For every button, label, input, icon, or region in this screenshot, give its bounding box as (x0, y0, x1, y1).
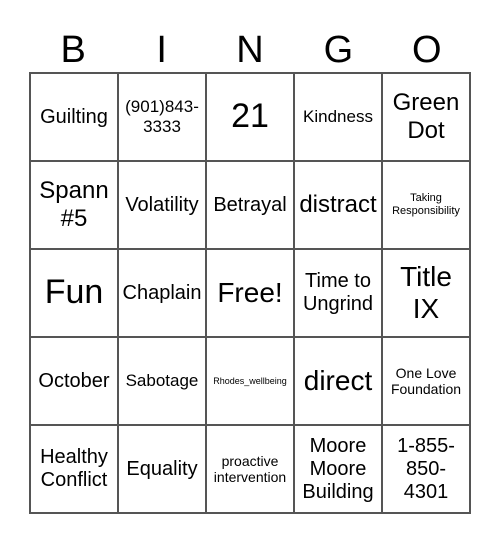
bingo-cell[interactable]: 21 (206, 73, 294, 161)
bingo-cell[interactable]: Time to Ungrind (294, 249, 382, 337)
bingo-cell[interactable]: (901)843-3333 (118, 73, 206, 161)
bingo-cell[interactable]: Taking Responsibility (382, 161, 470, 249)
bingo-cell[interactable]: Kindness (294, 73, 382, 161)
bingo-cell[interactable]: Guilting (30, 73, 118, 161)
bingo-cell[interactable]: proactive intervention (206, 425, 294, 513)
bingo-cell[interactable]: October (30, 337, 118, 425)
bingo-cell[interactable]: Fun (30, 249, 118, 337)
bingo-cell[interactable]: Title IX (382, 249, 470, 337)
bingo-cell[interactable]: Healthy Conflict (30, 425, 118, 513)
bingo-cell[interactable]: distract (294, 161, 382, 249)
bingo-cell[interactable]: Rhodes_wellbeing (206, 337, 294, 425)
bingo-cell[interactable]: Chaplain (118, 249, 206, 337)
bingo-cell[interactable]: Betrayal (206, 161, 294, 249)
header-letter-g: G (323, 29, 354, 71)
bingo-cell[interactable]: Equality (118, 425, 206, 513)
header-letter-b: B (60, 29, 86, 71)
header-letter-n: N (236, 29, 264, 71)
bingo-cell[interactable]: One Love Foundation (382, 337, 470, 425)
header-letter-o: O (412, 29, 442, 71)
header-letter-i: I (156, 29, 167, 71)
bingo-cell[interactable]: direct (294, 337, 382, 425)
bingo-cell[interactable]: 1-855-850-4301 (382, 425, 470, 513)
bingo-card: Guilting (901)843-3333 21 Kindness Green Dot… (29, 72, 471, 514)
free-space-cell[interactable]: Free! (206, 249, 294, 337)
bingo-cell[interactable]: Volatility (118, 161, 206, 249)
bingo-cell[interactable]: Green Dot (382, 73, 470, 161)
bingo-cell[interactable]: Sabotage (118, 337, 206, 425)
bingo-cell[interactable]: Spann #5 (30, 161, 118, 249)
bingo-header: B I N G O (29, 28, 471, 72)
bingo-cell[interactable]: Moore Moore Building (294, 425, 382, 513)
